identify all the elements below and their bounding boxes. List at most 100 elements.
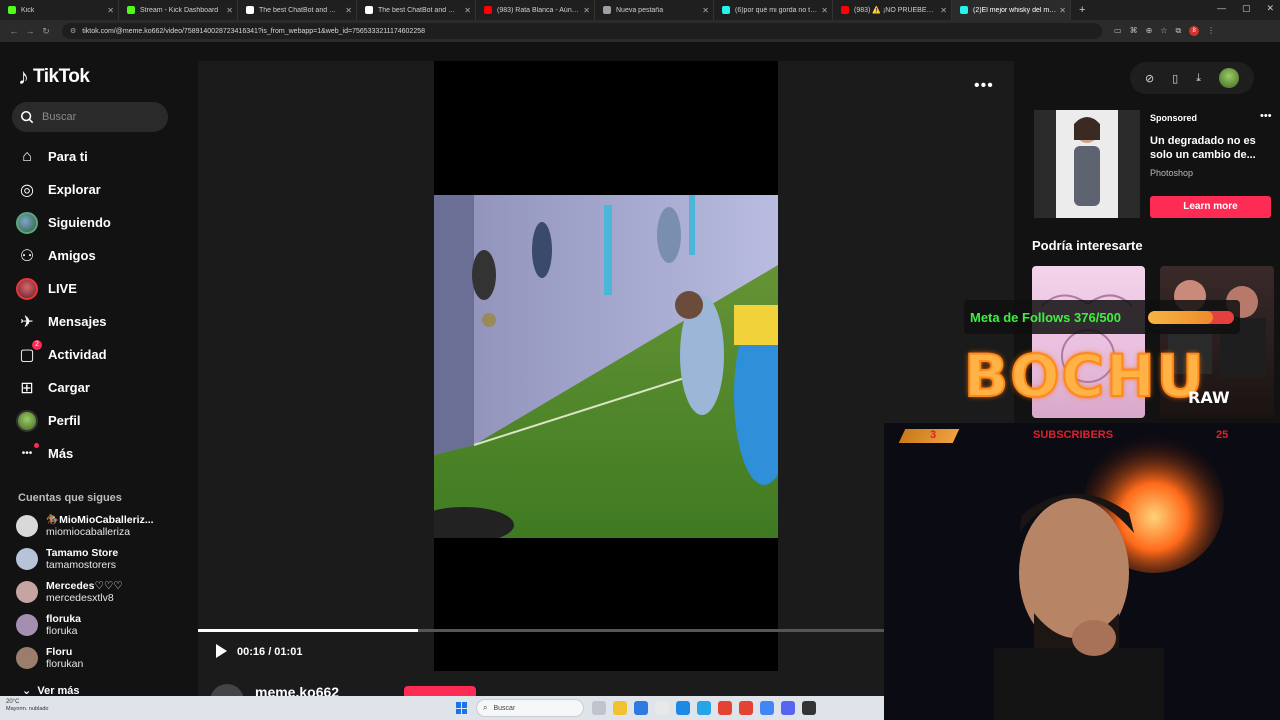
ad-source: Photoshop [1150, 168, 1194, 178]
obs-icon[interactable] [802, 701, 816, 715]
edge-icon[interactable] [697, 701, 711, 715]
phone-icon[interactable]: ▯ [1172, 72, 1178, 85]
translate-icon[interactable]: ⌘ [1130, 26, 1138, 36]
url-text: tiktok.com/@meme.ko662/video/75891400287… [82, 27, 426, 35]
browser-tab[interactable]: Kick ✕ [0, 0, 119, 20]
taskbar-search[interactable]: ⌕ Buscar [476, 699, 584, 717]
search-box[interactable] [12, 102, 168, 132]
tab-close-icon[interactable]: ✕ [226, 6, 233, 15]
tab-label: The best ChatBot and Widg [259, 6, 343, 14]
install-app-icon[interactable]: ▭ [1114, 26, 1122, 36]
tiktok-logo[interactable]: ♪ TikTok [18, 64, 90, 90]
follow-button[interactable] [404, 686, 476, 696]
nav-item-label: Actividad [48, 347, 107, 362]
chrome-icon-3[interactable] [760, 701, 774, 715]
weather-widget[interactable]: 20°C Mayorm. nublado [6, 699, 49, 713]
nav-item[interactable]: ⊞ Cargar [14, 371, 111, 404]
friends-icon: ⚇ [19, 247, 35, 265]
notification-dot [34, 443, 39, 448]
more-options-icon[interactable]: ••• [974, 77, 994, 95]
browser-tab[interactable]: The best ChatBot and Widgets✕ [357, 0, 476, 20]
chrome-icon-1[interactable] [718, 701, 732, 715]
browser-tab[interactable]: The best ChatBot and Widg ✕ [238, 0, 357, 20]
following-username: florukan [46, 658, 84, 670]
nav-item[interactable]: LIVE [14, 272, 111, 305]
browser-tab[interactable]: Stream - Kick Dashboard ✕ [119, 0, 238, 20]
new-tab-button[interactable]: + [1079, 4, 1085, 16]
compass-small-icon[interactable]: ⊘ [1145, 72, 1154, 85]
nav-item[interactable]: ⚇ Amigos [14, 239, 111, 272]
bookmark-star-icon[interactable]: ☆ [1160, 26, 1167, 36]
nav-item[interactable]: ✈ Mensajes [14, 305, 111, 338]
recommend-title: Podría interesarte [1032, 238, 1143, 253]
extension-badge-icon[interactable]: 8 [1189, 26, 1200, 36]
nav-item[interactable]: Perfil [14, 404, 111, 437]
video-progress-bar[interactable] [198, 629, 884, 632]
tab-close-icon[interactable]: ✕ [702, 6, 709, 15]
browser-tab[interactable]: (6)por qué mi gorda no tiene p✕ [714, 0, 833, 20]
browser-tab[interactable]: (2)El mejor whisky del mundo ✕ [952, 0, 1071, 20]
author-name[interactable]: meme.ko662 [255, 684, 339, 696]
close-window-icon[interactable]: ✕ [1266, 3, 1274, 14]
play-icon[interactable] [216, 644, 227, 658]
ad-more-icon[interactable]: ••• [1260, 110, 1272, 122]
menu-icon[interactable]: ⋮ [1207, 26, 1215, 36]
following-item[interactable]: Floru florukan [16, 646, 83, 670]
file-explorer-icon[interactable] [613, 701, 627, 715]
ad-thumbnail[interactable] [1034, 110, 1140, 218]
following-item[interactable]: Mercedes♡♡♡ mercedesxtlv8 [16, 580, 123, 604]
store-icon[interactable] [634, 701, 648, 715]
browser-tab[interactable]: (983) Rata Blanca - Aún estás e✕ [476, 0, 595, 20]
following-avatar [16, 515, 38, 537]
nav-item[interactable]: ••• Más [14, 437, 111, 470]
reload-icon[interactable]: ↻ [38, 26, 54, 37]
tab-close-icon[interactable]: ✕ [940, 6, 947, 15]
nav-item[interactable]: Siguiendo [14, 206, 111, 239]
extensions-icon[interactable]: ⧉ [1175, 26, 1181, 36]
maximize-icon[interactable]: ▢ [1242, 3, 1251, 14]
video-frame[interactable] [434, 195, 778, 538]
windows-start-icon[interactable] [456, 702, 468, 714]
sponsored-ad[interactable]: Sponsored ••• Un degradado no es solo un… [1034, 110, 1274, 220]
tab-favicon-icon [8, 6, 16, 14]
nav-item[interactable]: ⌂ Para ti [14, 140, 111, 173]
download-icon[interactable]: ⤓ [1196, 72, 1201, 85]
nav-item[interactable]: ◎ Explorar [14, 173, 111, 206]
zoom-icon[interactable]: ⊕ [1146, 26, 1153, 36]
task-view-icon[interactable] [592, 701, 606, 715]
outlook-icon[interactable] [676, 701, 690, 715]
tab-favicon-icon [603, 6, 611, 14]
search-input[interactable] [42, 111, 152, 123]
ad-title: Un degradado no es solo un cambio de... [1150, 135, 1256, 161]
author-avatar[interactable] [210, 684, 244, 696]
tab-favicon-icon [246, 6, 254, 14]
site-info-icon[interactable]: ⚙ [70, 27, 76, 35]
following-name: Floru [46, 646, 73, 658]
profile-avatar[interactable] [1218, 68, 1239, 88]
url-field[interactable]: ⚙ tiktok.com/@meme.ko662/video/758914002… [62, 23, 1102, 39]
tab-close-icon[interactable]: ✕ [464, 6, 471, 15]
tab-close-icon[interactable]: ✕ [821, 6, 828, 15]
learn-more-button[interactable]: Learn more [1150, 196, 1271, 218]
chrome-icon-2[interactable] [739, 701, 753, 715]
following-item[interactable]: floruka floruka [16, 613, 81, 637]
subscribers-widget: 3 SUBSCRIBERS 25 [898, 428, 1280, 444]
nav-item[interactable]: ▢ 2 Actividad [14, 338, 111, 371]
nav-item-label: Mensajes [48, 314, 107, 329]
following-item[interactable]: 🏇MioMioCaballeriz... miomiocaballeriza [16, 514, 154, 538]
forward-icon[interactable]: → [22, 26, 38, 36]
compass-icon: ◎ [20, 181, 34, 199]
back-icon[interactable]: ← [6, 26, 22, 36]
photos-icon[interactable] [655, 701, 669, 715]
tab-close-icon[interactable]: ✕ [583, 6, 590, 15]
tab-label: Nueva pestaña [616, 6, 664, 14]
discord-icon[interactable] [781, 701, 795, 715]
tab-close-icon[interactable]: ✕ [345, 6, 352, 15]
minimize-icon[interactable]: — [1217, 3, 1226, 14]
following-name: Tamamo Store [46, 547, 119, 559]
following-item[interactable]: Tamamo Store tamamostorers [16, 547, 118, 571]
browser-tab[interactable]: Nueva pestaña ✕ [595, 0, 714, 20]
browser-tab[interactable]: (983) ⚠️ ¡NO PRUEBES LA BEB✕ [833, 0, 952, 20]
tab-close-icon[interactable]: ✕ [107, 6, 114, 15]
tab-close-icon[interactable]: ✕ [1059, 6, 1066, 15]
